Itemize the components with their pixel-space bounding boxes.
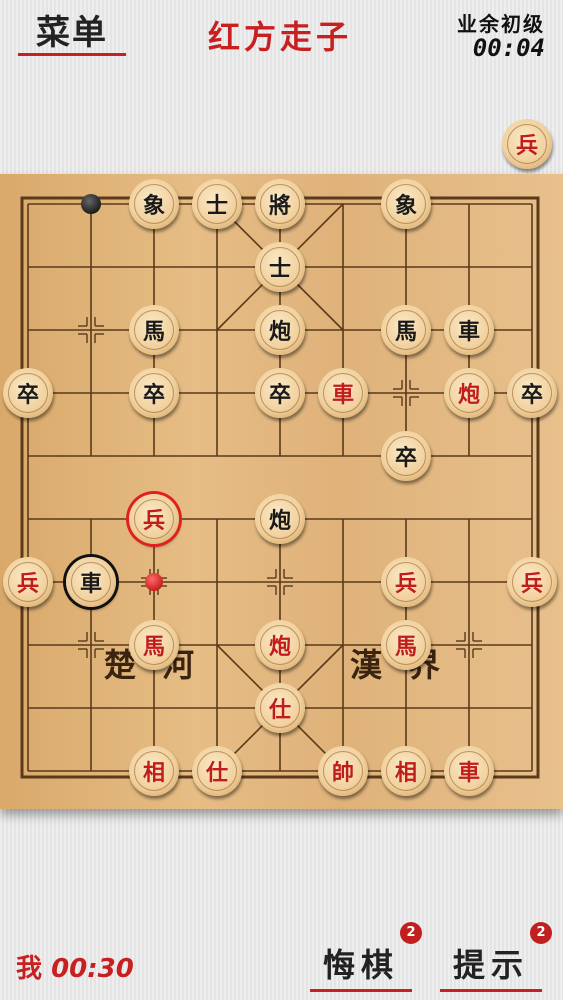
black-piece[interactable]: 卒 [3, 368, 53, 418]
red-piece[interactable]: 馬 [381, 620, 431, 670]
red-piece[interactable]: 相 [381, 746, 431, 796]
black-piece[interactable]: 炮 [255, 494, 305, 544]
black-piece[interactable]: 炮 [255, 305, 305, 355]
red-piece[interactable]: 兵 [507, 557, 557, 607]
black-piece[interactable]: 士 [255, 242, 305, 292]
piece-char: 將 [268, 193, 291, 219]
piece-char: 炮 [457, 382, 480, 408]
piece-char: 帥 [331, 760, 354, 786]
piece-char: 炮 [268, 508, 291, 534]
black-piece[interactable]: 將 [255, 179, 305, 229]
menu-underline [18, 53, 126, 56]
red-piece[interactable]: 兵 [129, 494, 179, 544]
hint-button[interactable]: 提示 2 [440, 922, 552, 992]
piece-char: 馬 [142, 319, 165, 345]
piece-char: 炮 [268, 634, 291, 660]
black-piece[interactable]: 士 [192, 179, 242, 229]
my-timer: 我 00:30 [16, 948, 134, 985]
piece-char: 馬 [394, 319, 417, 345]
piece-char: 象 [394, 193, 417, 219]
piece-char: 卒 [394, 445, 417, 471]
piece-char: 相 [142, 760, 165, 786]
piece-char: 卒 [16, 382, 39, 408]
red-piece[interactable]: 兵 [3, 557, 53, 607]
piece-char: 炮 [268, 319, 291, 345]
my-timer-value: 00:30 [51, 954, 134, 984]
hint-count-badge: 2 [530, 922, 552, 944]
opponent-timer: 00:04 [472, 34, 545, 62]
piece-char: 兵 [142, 508, 165, 534]
menu-button[interactable]: 菜单 [18, 10, 126, 56]
captured-piece: 兵 [502, 119, 552, 169]
piece-char: 馬 [142, 634, 165, 660]
red-piece[interactable]: 相 [129, 746, 179, 796]
piece-char: 卒 [520, 382, 543, 408]
my-label: 我 [16, 954, 43, 984]
undo-button[interactable]: 悔棋 2 [310, 922, 422, 992]
piece-char: 兵 [394, 571, 417, 597]
black-piece[interactable]: 卒 [129, 368, 179, 418]
piece-char: 卒 [142, 382, 165, 408]
red-piece[interactable]: 帥 [318, 746, 368, 796]
piece-char: 象 [142, 193, 165, 219]
piece-char: 車 [331, 382, 354, 408]
red-piece[interactable]: 車 [444, 746, 494, 796]
black-piece[interactable]: 象 [381, 179, 431, 229]
black-piece[interactable]: 象 [129, 179, 179, 229]
undo-label: 悔棋 [322, 946, 399, 984]
black-piece[interactable]: 卒 [507, 368, 557, 418]
piece-char: 仕 [268, 697, 291, 723]
piece-char: 相 [394, 760, 417, 786]
red-piece[interactable]: 馬 [129, 620, 179, 670]
piece-char: 士 [268, 256, 291, 282]
red-move-marker [145, 573, 163, 591]
menu-label: 菜单 [36, 13, 108, 53]
captured-piece-char: 兵 [515, 133, 538, 159]
black-piece[interactable]: 車 [444, 305, 494, 355]
black-piece[interactable]: 卒 [255, 368, 305, 418]
red-piece[interactable]: 炮 [444, 368, 494, 418]
piece-char: 卒 [268, 382, 291, 408]
black-piece[interactable]: 車 [66, 557, 116, 607]
piece-char: 車 [457, 319, 480, 345]
piece-char: 車 [457, 760, 480, 786]
xiangqi-board[interactable]: 楚河 漢界 象士將象士馬炮馬車卒卒卒車炮卒卒兵炮兵車兵兵馬炮馬仕相仕帥相車 [0, 174, 563, 809]
piece-char: 士 [205, 193, 228, 219]
hint-underline [440, 989, 542, 992]
turn-indicator: 红方走子 [207, 18, 352, 56]
piece-char: 仕 [205, 760, 228, 786]
hint-label: 提示 [452, 946, 529, 984]
black-move-marker [81, 194, 101, 214]
piece-char: 車 [79, 571, 102, 597]
piece-char: 馬 [394, 634, 417, 660]
undo-count-badge: 2 [400, 922, 422, 944]
black-piece[interactable]: 卒 [381, 431, 431, 481]
piece-char: 兵 [16, 571, 39, 597]
black-piece[interactable]: 馬 [381, 305, 431, 355]
red-piece[interactable]: 兵 [381, 557, 431, 607]
piece-char: 兵 [520, 571, 543, 597]
difficulty-level: 业余初级 [457, 12, 545, 36]
black-piece[interactable]: 馬 [129, 305, 179, 355]
red-piece[interactable]: 仕 [192, 746, 242, 796]
red-piece[interactable]: 車 [318, 368, 368, 418]
red-piece[interactable]: 炮 [255, 620, 305, 670]
red-piece[interactable]: 仕 [255, 683, 305, 733]
undo-underline [310, 989, 412, 992]
